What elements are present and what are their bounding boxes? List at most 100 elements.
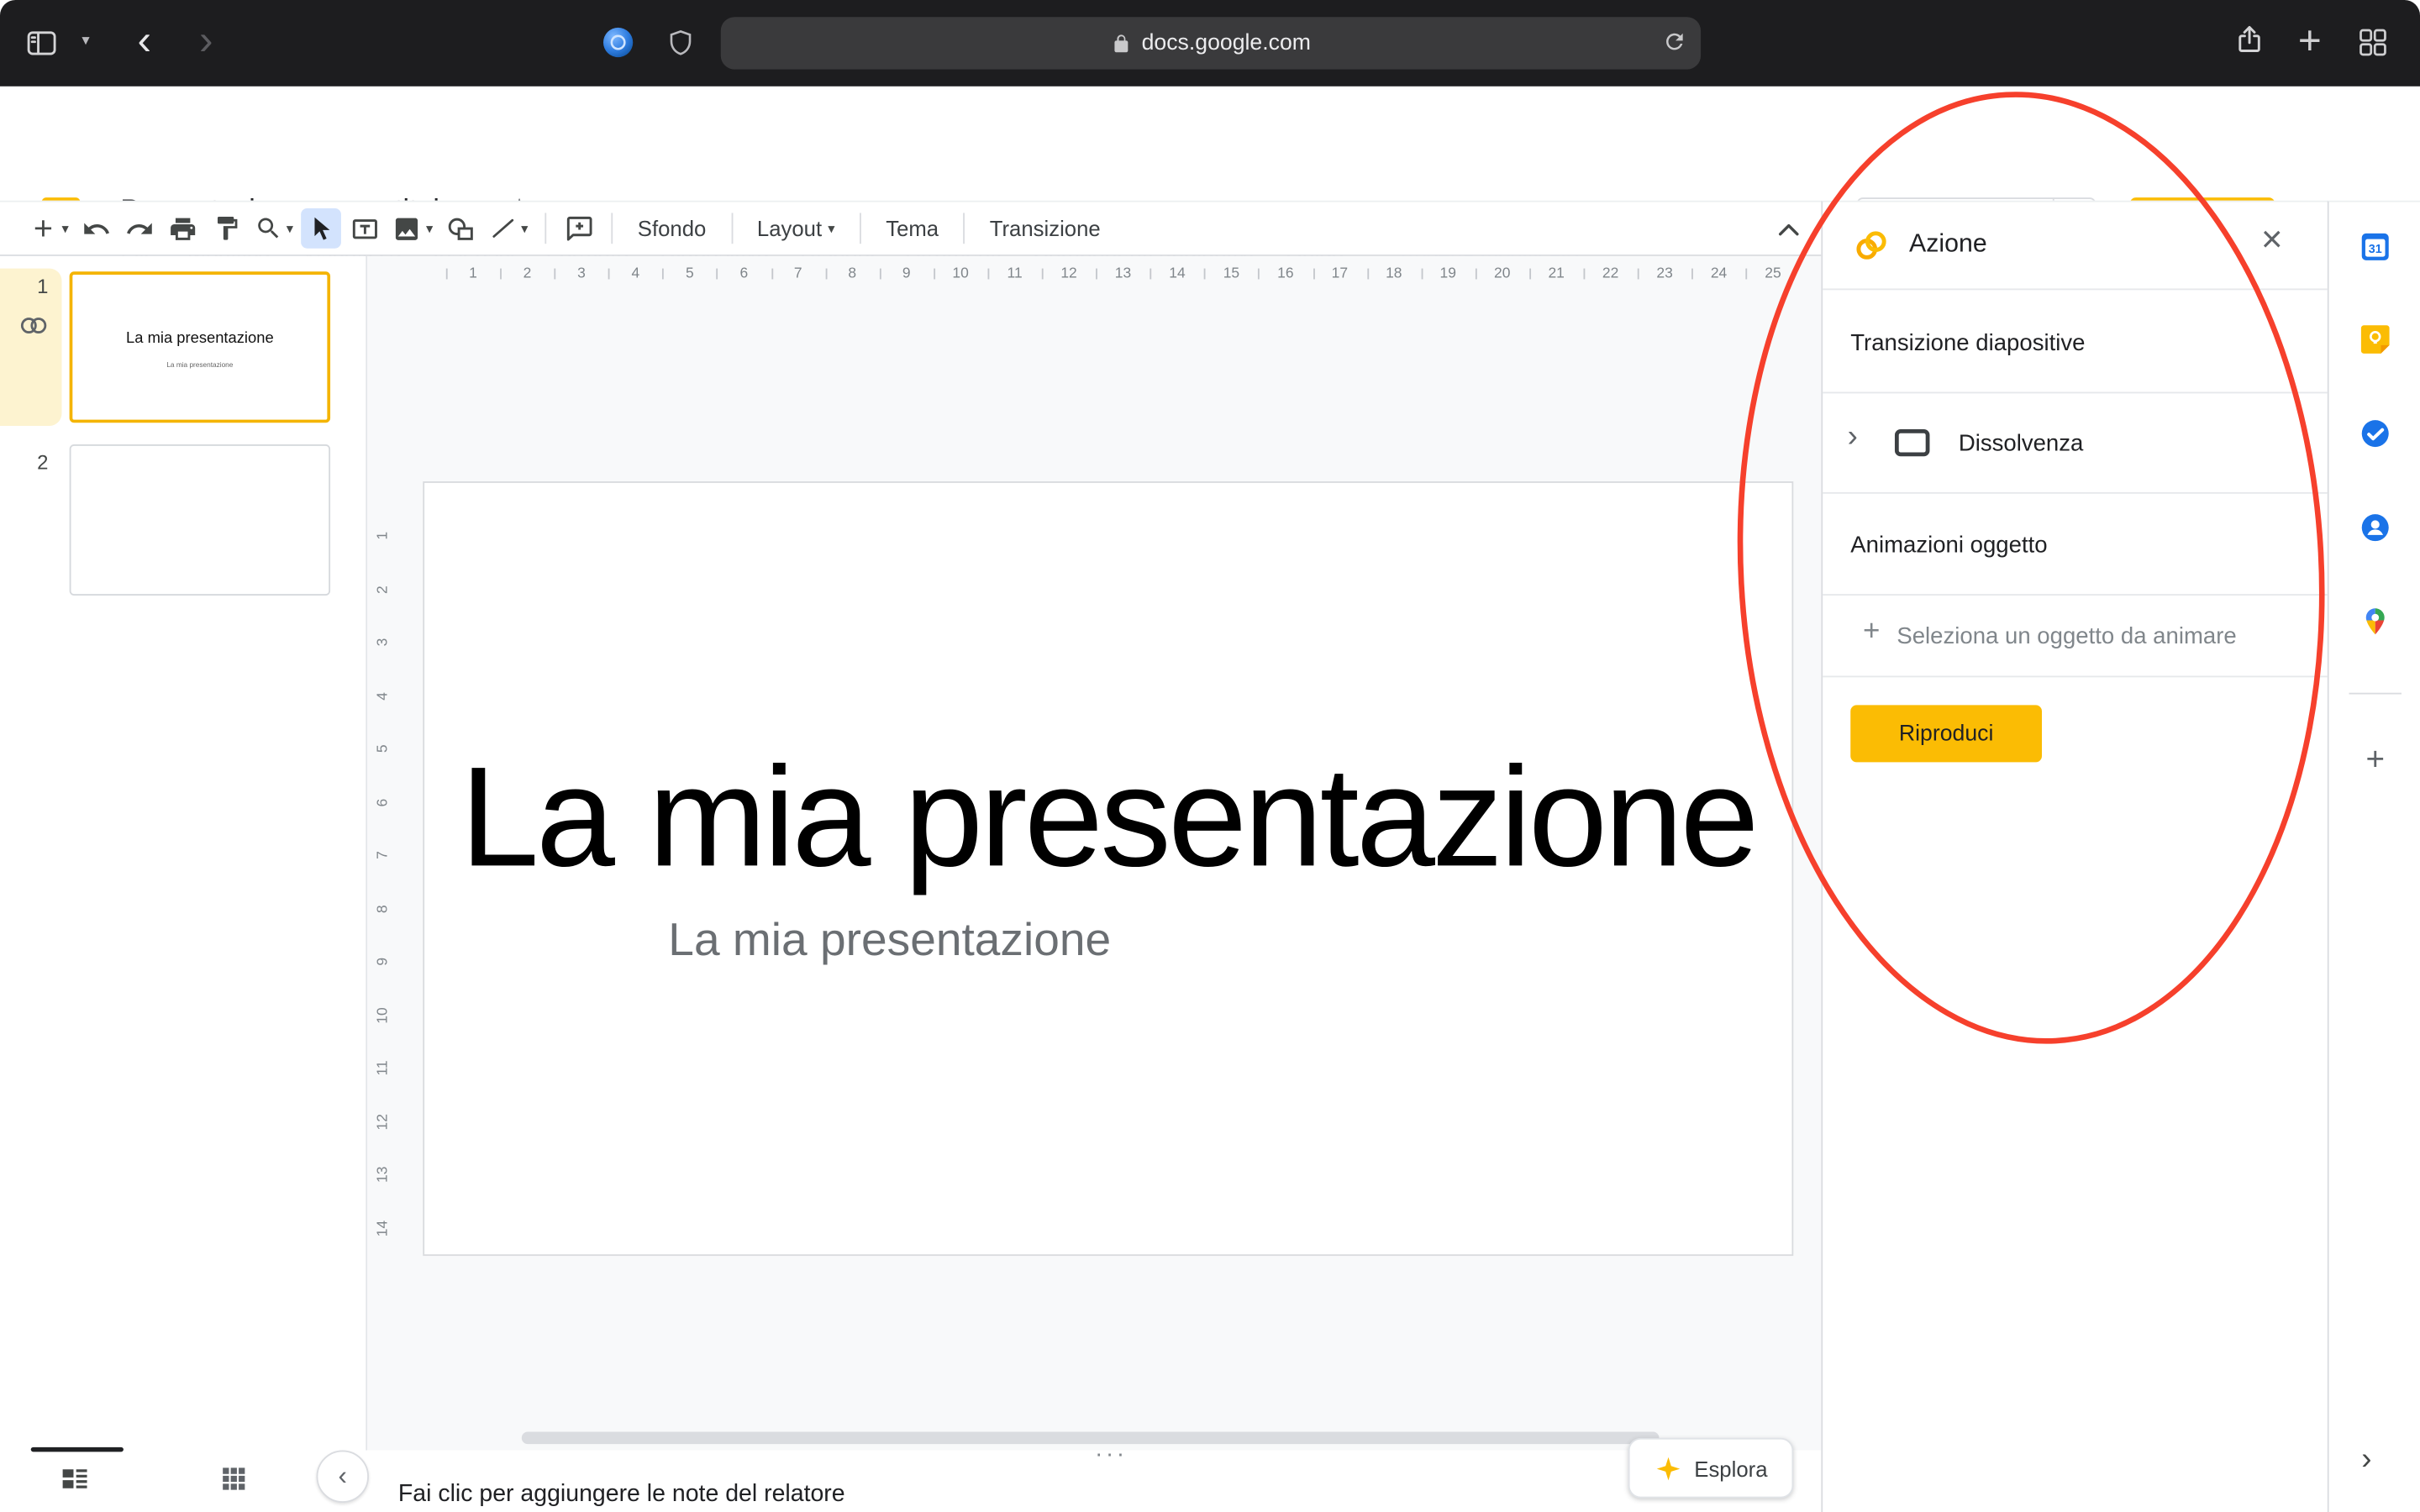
slide-title-text[interactable]: La mia presentazione — [424, 738, 1791, 900]
ruler-tick: 17 — [1313, 256, 1366, 293]
text-box-button[interactable] — [345, 208, 385, 249]
ruler-tick: 21 — [1529, 256, 1583, 293]
lock-icon — [1111, 33, 1131, 53]
vertical-ruler: 1234567891011121314 — [367, 509, 398, 1254]
add-animation-label[interactable]: Seleziona un oggetto da animare — [1897, 623, 2236, 649]
slide-thumbnail-2[interactable] — [70, 444, 330, 596]
slide-thumbnail-1[interactable]: La mia presentazione La mia presentazion… — [70, 271, 330, 423]
add-animation-icon[interactable]: + — [1863, 616, 1880, 649]
filmstrip-view-icon[interactable] — [59, 1462, 92, 1495]
slide-animation-icon[interactable] — [20, 315, 50, 337]
explore-button[interactable]: Esplora — [1628, 1438, 1794, 1499]
theme-button[interactable]: Tema — [874, 208, 951, 249]
google-slides-window: ▾ ‹ › docs.google.com + Presentazione s — [0, 0, 2420, 1512]
undo-button[interactable] — [76, 208, 117, 249]
select-tool-button[interactable] — [301, 208, 341, 249]
print-button[interactable] — [163, 208, 203, 249]
toolbar-divider — [860, 213, 861, 244]
insert-comment-button[interactable] — [559, 208, 599, 249]
ruler-tick: 12 — [356, 1105, 409, 1137]
panel-divider — [1823, 492, 2328, 494]
forward-icon[interactable]: › — [199, 17, 213, 65]
layout-button[interactable]: Layout ▾ — [744, 208, 847, 249]
image-dropdown-icon[interactable]: ▾ — [426, 220, 433, 237]
chevron-left-icon: ‹ — [339, 1461, 347, 1492]
ruler-tick: 8 — [825, 256, 879, 293]
refresh-icon[interactable] — [1662, 29, 1686, 54]
collapse-filmstrip-button[interactable]: ‹ — [317, 1451, 369, 1503]
extension-icon[interactable] — [602, 26, 634, 59]
ruler-tick: 10 — [934, 256, 987, 293]
ruler-tick: 4 — [608, 256, 662, 293]
calendar-icon[interactable]: 31 — [2359, 230, 2392, 264]
motion-panel: Azione × Transizione diapositive › Disso… — [1821, 201, 2327, 1512]
edit-toolbar: ▾ ▾ ▾ ▾ — [0, 201, 1821, 256]
ruler-tick: 8 — [356, 893, 409, 924]
redo-button[interactable] — [119, 208, 160, 249]
ruler-tick: 18 — [1367, 256, 1421, 293]
keep-icon[interactable] — [2359, 323, 2392, 356]
speaker-notes-placeholder[interactable]: Fai clic per aggiungere le note del rela… — [398, 1481, 845, 1509]
motion-icon — [1854, 228, 1889, 264]
paint-format-button[interactable] — [206, 208, 246, 249]
play-button[interactable]: Riproduci — [1850, 705, 2042, 762]
slide-filmstrip: 1 La mia presentazione La mia presentazi… — [0, 256, 367, 1451]
close-icon[interactable]: × — [2261, 219, 2283, 262]
tasks-icon[interactable] — [2359, 417, 2392, 450]
ruler-tick: 13 — [1096, 256, 1150, 293]
ruler-tick: 3 — [356, 627, 409, 658]
share-icon[interactable] — [2233, 22, 2266, 57]
transition-slide-icon — [1894, 428, 1931, 459]
ruler-tick: 2 — [500, 256, 554, 293]
chevron-down-icon[interactable]: ▾ — [82, 33, 89, 50]
slide-subtitle-text[interactable]: La mia presentazione — [668, 915, 1111, 967]
insert-image-button[interactable]: ▾ — [387, 208, 438, 249]
slide-page[interactable]: La mia presentazione La mia presentazion… — [423, 481, 1793, 1256]
ruler-tick: 7 — [771, 256, 825, 293]
motion-panel-header: Azione × — [1823, 202, 2328, 291]
thumbnail-title: La mia presentazione — [72, 330, 327, 347]
thumbnail-subtitle: La mia presentazione — [72, 361, 327, 369]
line-dropdown-icon[interactable]: ▾ — [521, 220, 528, 237]
back-icon[interactable]: ‹ — [137, 17, 151, 65]
new-slide-dropdown-icon[interactable]: ▾ — [61, 220, 68, 237]
ruler-tick: 7 — [356, 840, 409, 871]
collapse-toolbar-icon[interactable] — [1772, 213, 1806, 246]
notes-resize-handle[interactable]: ··· — [1065, 1441, 1157, 1467]
ruler-tick: 10 — [356, 1000, 409, 1031]
expand-transition-icon[interactable]: › — [1848, 420, 1858, 455]
transition-type-value[interactable]: Dissolvenza — [1959, 430, 2084, 456]
toolbar-divider — [963, 213, 965, 244]
add-addon-icon[interactable]: + — [2359, 742, 2392, 779]
transitions-heading: Transizione diapositive — [1850, 330, 2085, 356]
transition-button[interactable]: Transizione — [977, 208, 1113, 249]
ruler-tick: 1 — [446, 256, 500, 293]
layout-dropdown-icon[interactable]: ▾ — [828, 220, 834, 237]
browser-toolbar: ▾ ‹ › docs.google.com + — [0, 0, 2420, 87]
zoom-dropdown-icon[interactable]: ▾ — [287, 220, 293, 237]
new-slide-button[interactable]: ▾ — [24, 208, 73, 249]
ruler-tick: 16 — [1259, 256, 1313, 293]
ruler-tick: 11 — [356, 1053, 409, 1084]
address-bar[interactable]: docs.google.com — [721, 17, 1701, 69]
tab-overview-icon[interactable] — [2357, 26, 2390, 59]
selected-slide-highlight — [0, 269, 61, 426]
contacts-icon[interactable] — [2359, 511, 2392, 544]
expand-panel-icon[interactable]: › — [2361, 1442, 2371, 1478]
new-tab-icon[interactable]: + — [2298, 17, 2322, 65]
insert-shape-button[interactable] — [441, 208, 481, 249]
grid-view-icon[interactable] — [219, 1464, 249, 1494]
layout-label: Layout — [757, 216, 822, 240]
zoom-button[interactable]: ▾ — [250, 208, 298, 249]
insert-line-button[interactable]: ▾ — [484, 208, 533, 249]
ruler-tick: 6 — [717, 256, 771, 293]
background-button[interactable]: Sfondo — [625, 208, 718, 249]
sidebar-toggle-icon[interactable] — [24, 26, 58, 60]
calendar-day-number: 31 — [2369, 243, 2382, 256]
toolbar-divider — [731, 213, 733, 244]
maps-icon[interactable] — [2359, 605, 2392, 638]
ruler-tick: 14 — [356, 1212, 409, 1243]
shield-extension-icon[interactable] — [666, 28, 697, 59]
ruler-tick: 9 — [356, 946, 409, 977]
ruler-tick: 24 — [1691, 256, 1745, 293]
